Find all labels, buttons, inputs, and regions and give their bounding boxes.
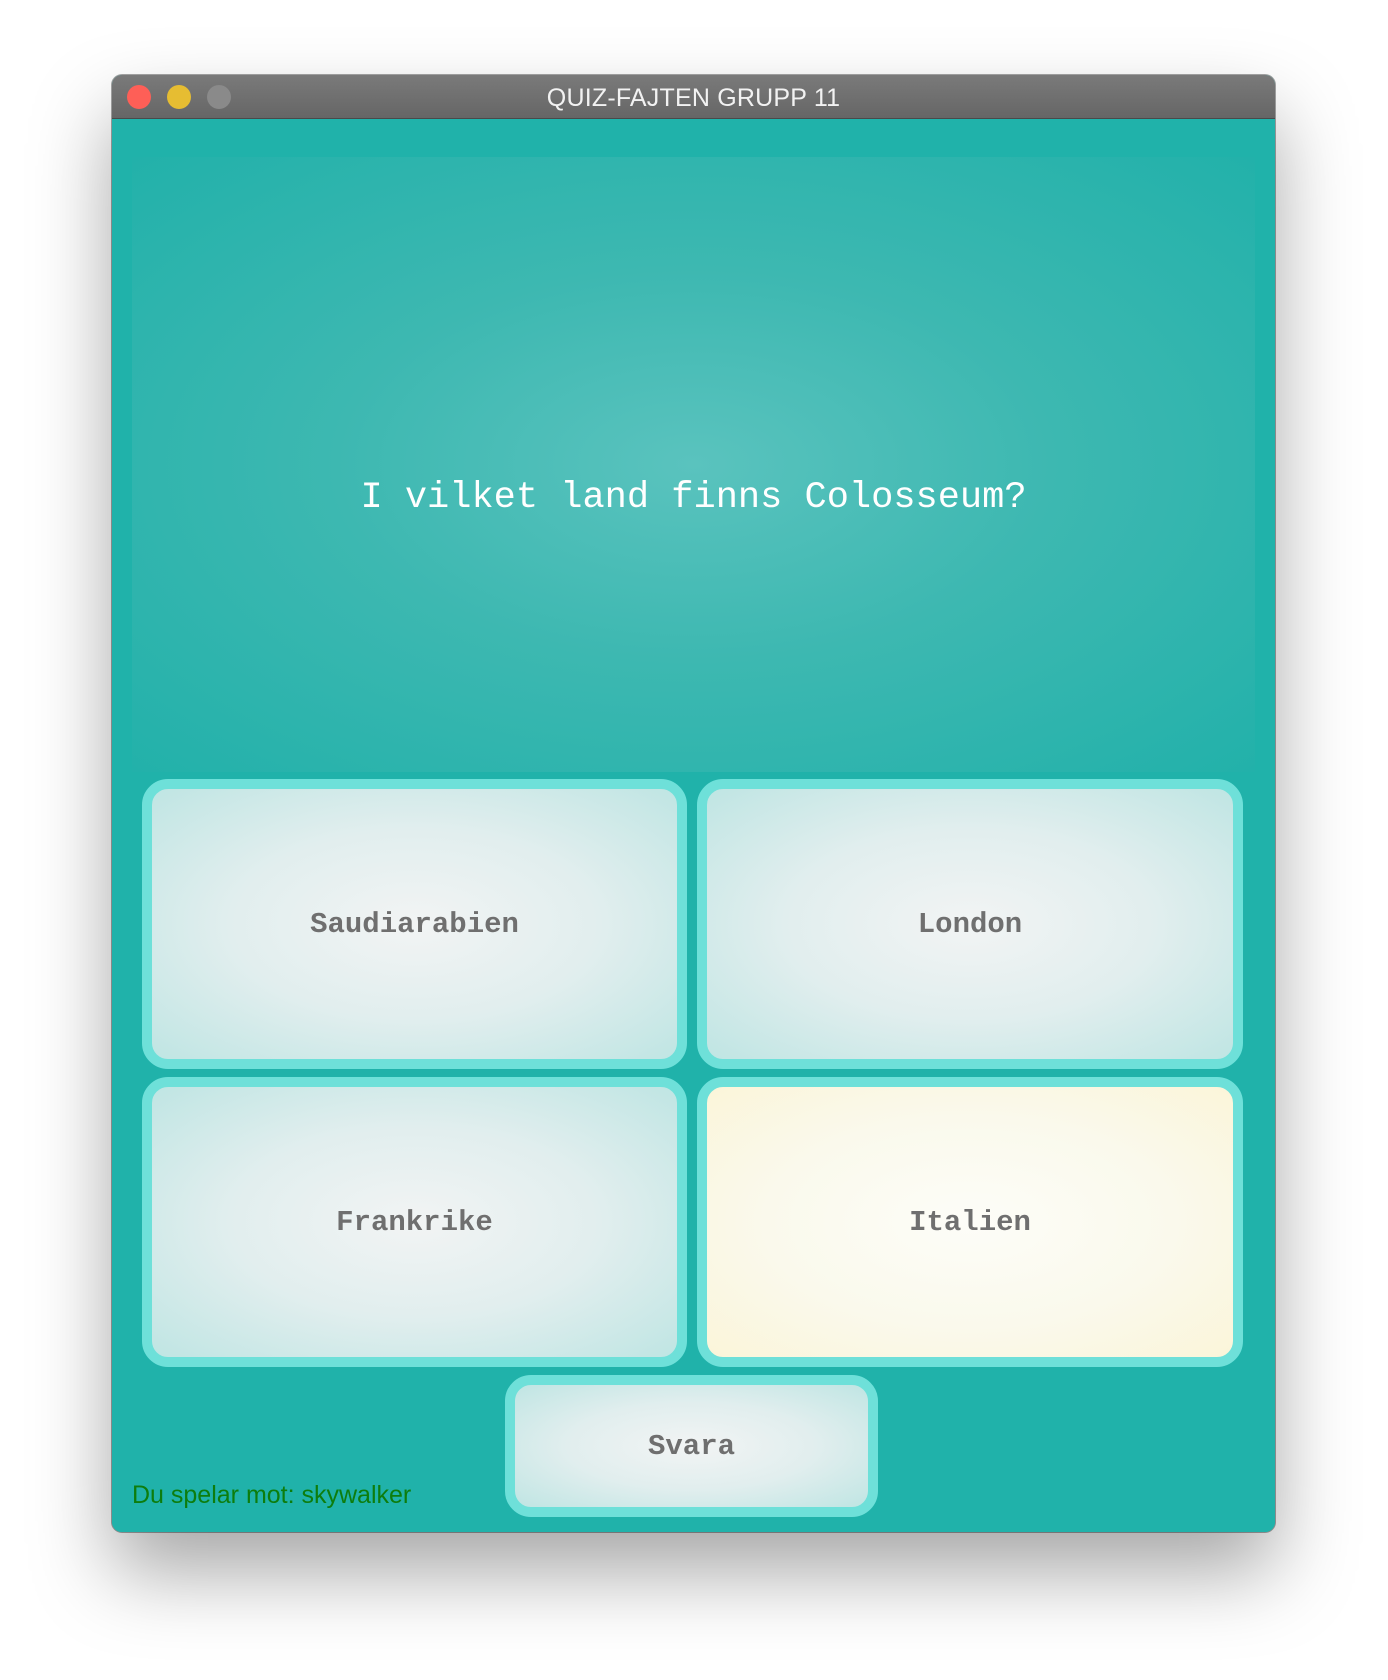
answer-label: Frankrike [336, 1205, 493, 1239]
answer-button-3[interactable]: Frankrike [142, 1077, 687, 1367]
submit-answer-button[interactable]: Svara [505, 1375, 878, 1517]
answer-button-2[interactable]: London [697, 779, 1243, 1069]
quiz-content: I vilket land finns Colosseum? Saudiarab… [112, 119, 1275, 1532]
answer-label: London [917, 907, 1023, 941]
answer-label: Saudiarabien [310, 907, 519, 941]
opponent-status: Du spelar mot: skywalker [132, 1481, 412, 1509]
answer-button-1[interactable]: Saudiarabien [142, 779, 687, 1069]
question-text: I vilket land finns Colosseum? [360, 477, 1027, 519]
submit-label: Svara [647, 1429, 735, 1463]
app-window: QUIZ-FAJTEN GRUPP 11 I vilket land finns… [112, 75, 1275, 1532]
question-panel: I vilket land finns Colosseum? [132, 157, 1255, 772]
answer-button-4[interactable]: Italien [697, 1077, 1243, 1367]
answer-label: Italien [909, 1205, 1031, 1239]
window-title: QUIZ-FAJTEN GRUPP 11 [546, 84, 841, 112]
title-bar[interactable]: QUIZ-FAJTEN GRUPP 11 [112, 75, 1275, 119]
